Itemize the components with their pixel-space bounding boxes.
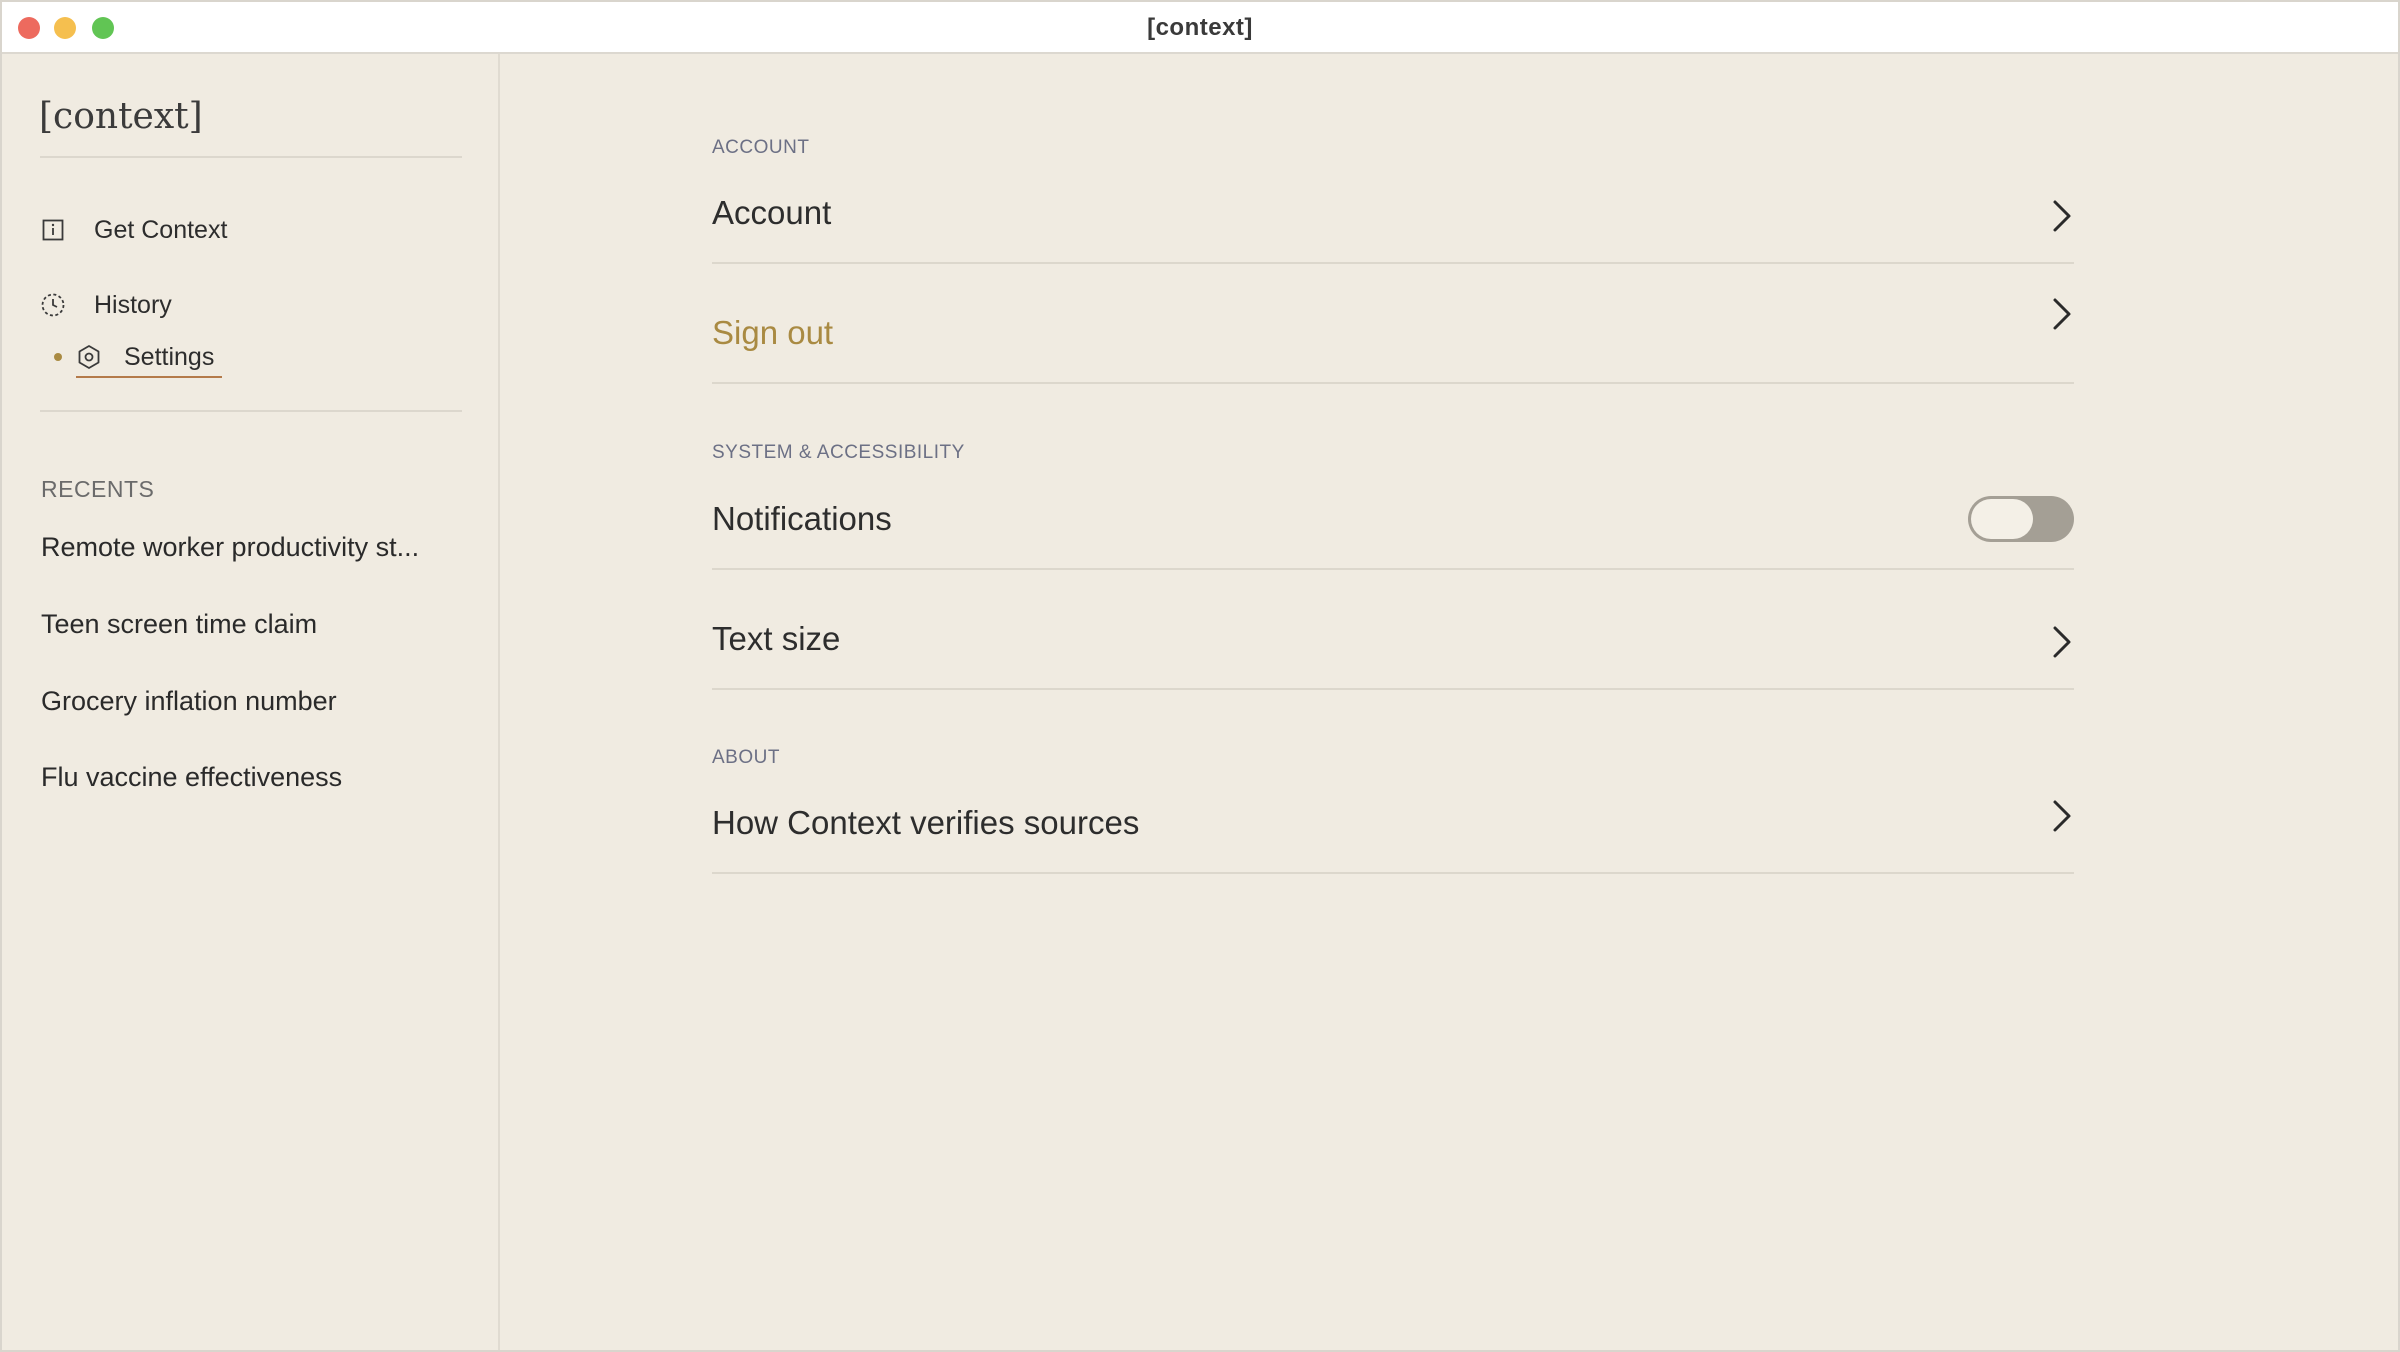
- recent-item[interactable]: Grocery inflation number: [41, 686, 337, 717]
- sidebar-divider: [40, 156, 462, 158]
- chevron-right-icon: [2050, 624, 2074, 660]
- text-size-label: Text size: [712, 620, 841, 657]
- clock-icon: [40, 292, 66, 318]
- sidebar-divider: [40, 410, 462, 412]
- row-divider: [712, 568, 2074, 570]
- section-label-system: SYSTEM & ACCESSIBILITY: [712, 442, 965, 463]
- app-window: [context] [context] Get Context History …: [0, 0, 2400, 1352]
- brand-logo: [context]: [39, 96, 203, 137]
- notifications-toggle[interactable]: [1968, 496, 2074, 542]
- recent-item[interactable]: Remote worker productivity st...: [41, 532, 419, 563]
- settings-panel: ACCOUNT Account Sign out SYSTEM & ACCESS…: [500, 54, 2398, 1350]
- sign-out-label: Sign out: [712, 314, 834, 351]
- recent-item[interactable]: Teen screen time claim: [41, 609, 317, 640]
- section-label-account: ACCOUNT: [712, 137, 810, 158]
- info-square-icon: [40, 217, 66, 243]
- chevron-right-icon: [2050, 198, 2074, 234]
- text-size-row[interactable]: Text size: [712, 612, 2074, 674]
- how-verifies-label: How Context verifies sources: [712, 804, 1140, 841]
- recent-item[interactable]: Flu vaccine effectiveness: [41, 762, 342, 793]
- chevron-right-icon: [2050, 798, 2074, 834]
- recents-heading: RECENTS: [41, 476, 155, 502]
- row-divider: [712, 872, 2074, 874]
- sign-out-row[interactable]: Sign out: [712, 286, 2074, 366]
- account-row[interactable]: Account: [712, 186, 2074, 248]
- nav-item-label: Settings: [124, 342, 215, 371]
- toggle-knob: [1971, 499, 2033, 539]
- notifications-row: Notifications: [712, 492, 2074, 554]
- gear-icon: [76, 344, 102, 370]
- notifications-label: Notifications: [712, 500, 892, 537]
- nav-item-label: History: [94, 290, 172, 319]
- chevron-right-icon: [2050, 296, 2074, 332]
- row-divider: [712, 688, 2074, 690]
- how-verifies-row[interactable]: How Context verifies sources: [712, 776, 2074, 866]
- nav-item-settings[interactable]: Settings: [40, 335, 214, 379]
- title-bar: [context]: [2, 2, 2398, 54]
- nav-item-history[interactable]: History: [40, 283, 172, 327]
- active-indicator-dot: [54, 353, 62, 361]
- active-nav-underline: [76, 376, 222, 378]
- account-label: Account: [712, 194, 832, 231]
- section-label-about: ABOUT: [712, 747, 780, 768]
- nav-item-label: Get Context: [94, 215, 228, 244]
- sidebar: [context] Get Context History Settings R…: [2, 54, 500, 1350]
- nav-item-get-context[interactable]: Get Context: [40, 208, 227, 252]
- row-divider: [712, 262, 2074, 264]
- window-title: [context]: [1147, 14, 1253, 41]
- row-divider: [712, 382, 2074, 384]
